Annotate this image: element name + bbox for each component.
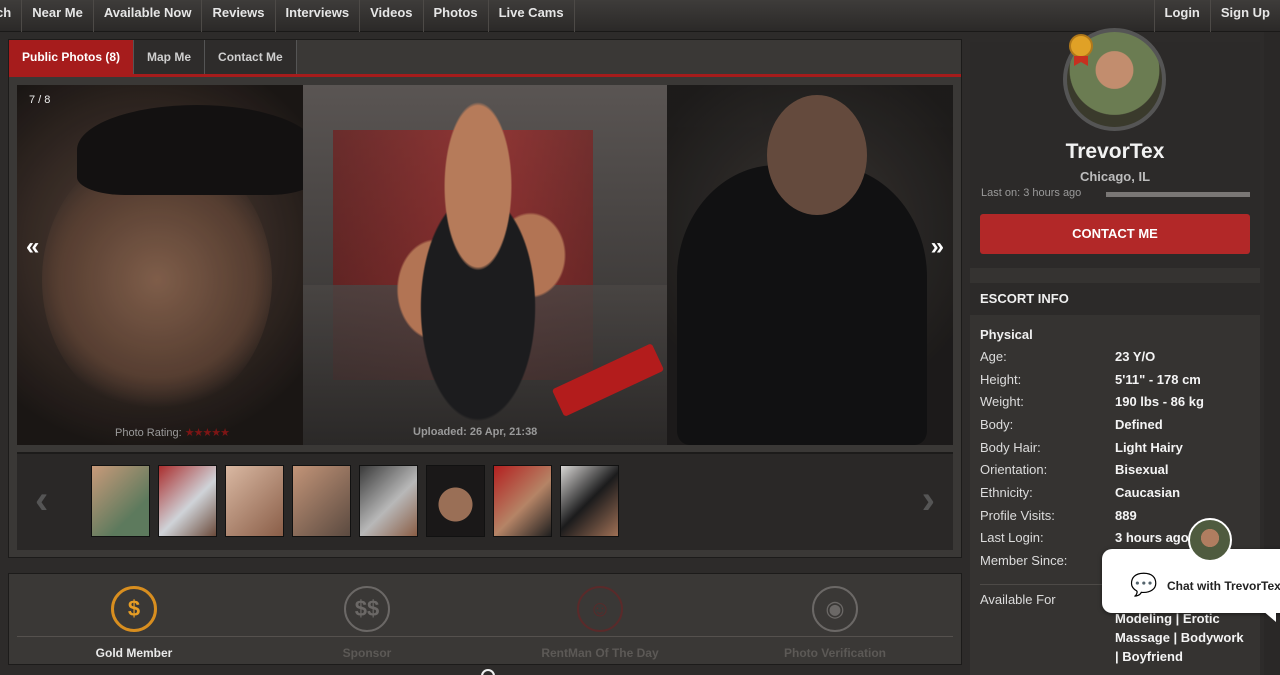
badge-rentman-of-the-day: ☺ RentMan Of The Day bbox=[525, 586, 675, 660]
info-value: 3 hours ago bbox=[1115, 530, 1189, 545]
tab-contact-me[interactable]: Contact Me bbox=[205, 40, 297, 76]
badge-label: Sponsor bbox=[342, 646, 392, 660]
photo-previous[interactable] bbox=[17, 85, 317, 445]
photo-uploaded-date: Uploaded: 26 Apr, 21:38 bbox=[413, 426, 538, 438]
nav-near-me[interactable]: Near Me bbox=[22, 0, 94, 32]
nav-photos[interactable]: Photos bbox=[424, 0, 489, 32]
tab-map-me[interactable]: Map Me bbox=[134, 40, 206, 76]
info-value: 889 bbox=[1115, 508, 1137, 523]
profile-username: TrevorTex bbox=[1065, 140, 1165, 163]
profile-tabs: Public Photos (8) Map Me Contact Me bbox=[9, 40, 297, 76]
physical-section-title: Physical bbox=[980, 327, 1033, 342]
info-key: Body: bbox=[980, 417, 1014, 432]
photo-subject bbox=[373, 100, 583, 445]
info-key: Profile Visits: bbox=[980, 508, 1055, 523]
last-online: Last on: 3 hours ago bbox=[981, 187, 1082, 199]
top-nav: rch Near Me Available Now Reviews Interv… bbox=[0, 0, 1280, 32]
thumbs-next-icon[interactable]: › bbox=[922, 478, 935, 523]
chat-avatar[interactable] bbox=[1188, 518, 1232, 562]
badges-panel: $ Gold Member $$ Sponsor ☺ RentMan Of Th… bbox=[8, 573, 962, 665]
trophy-icon: ☺ bbox=[577, 586, 623, 632]
profile-location: Chicago, IL bbox=[1079, 169, 1151, 184]
profile-card: TrevorTex Chicago, IL Last on: 3 hours a… bbox=[970, 28, 1260, 268]
tab-public-photos[interactable]: Public Photos (8) bbox=[9, 40, 135, 76]
nav-reviews[interactable]: Reviews bbox=[202, 0, 276, 32]
next-photo-icon[interactable]: » bbox=[931, 233, 944, 261]
photo-counter: 7 / 8 bbox=[29, 94, 51, 106]
thumbnail-list bbox=[91, 465, 627, 537]
info-value: 23 Y/O bbox=[1115, 349, 1156, 364]
thumbnail-strip: ‹ › bbox=[17, 452, 953, 550]
thumbnail[interactable] bbox=[493, 465, 552, 537]
thumbs-prev-icon[interactable]: ‹ bbox=[35, 478, 48, 523]
nav-interviews[interactable]: Interviews bbox=[276, 0, 361, 32]
available-for-value: Modeling | Erotic Massage | Bodywork | B… bbox=[1115, 611, 1244, 664]
thumbnail[interactable] bbox=[158, 465, 217, 537]
info-key: Last Login: bbox=[980, 530, 1044, 545]
badge-label: Photo Verification bbox=[783, 646, 886, 660]
info-key: Height: bbox=[980, 372, 1022, 387]
chat-bubble-icon: 💬 bbox=[1130, 572, 1158, 597]
thumbnail[interactable] bbox=[292, 465, 351, 537]
thumbnail[interactable] bbox=[426, 465, 485, 537]
thumbnail[interactable] bbox=[359, 465, 418, 537]
signup-link[interactable]: Sign Up bbox=[1209, 0, 1280, 32]
photo-panel: Public Photos (8) Map Me Contact Me 7 / … bbox=[8, 39, 962, 558]
gold-medal-icon: $ bbox=[111, 586, 157, 632]
info-key: Weight: bbox=[980, 394, 1024, 409]
thumbnail[interactable] bbox=[225, 465, 284, 537]
prev-photo-icon[interactable]: « bbox=[26, 233, 39, 261]
nav-live-cams[interactable]: Live Cams bbox=[489, 0, 575, 32]
badge-label: RentMan Of The Day bbox=[541, 646, 659, 660]
thumbnail[interactable] bbox=[560, 465, 619, 537]
nav-account: Login Sign Up bbox=[1153, 0, 1280, 32]
camera-icon: ◉ bbox=[812, 586, 858, 632]
info-key: Orientation: bbox=[980, 462, 1048, 477]
info-value: Caucasian bbox=[1115, 485, 1181, 500]
rating-stars-icon[interactable]: ★★★★★ bbox=[185, 427, 230, 439]
nav-available-now[interactable]: Available Now bbox=[94, 0, 203, 32]
badge-sponsor: $$ Sponsor bbox=[292, 586, 442, 660]
badge-photo-verification: ◉ Photo Verification bbox=[760, 586, 910, 660]
thumbnail[interactable] bbox=[91, 465, 150, 537]
activity-bar bbox=[1106, 192, 1250, 197]
divider bbox=[17, 636, 953, 637]
info-value: Bisexual bbox=[1115, 462, 1169, 477]
info-value: Defined bbox=[1115, 417, 1163, 432]
badge-gold-member: $ Gold Member bbox=[59, 586, 209, 660]
available-for-label: Available For bbox=[980, 592, 1056, 607]
info-key: Member Since: bbox=[980, 553, 1068, 568]
login-link[interactable]: Login bbox=[1153, 0, 1210, 32]
info-key: Age: bbox=[980, 349, 1007, 364]
tab-underline bbox=[9, 74, 961, 77]
info-key: Ethnicity: bbox=[980, 485, 1033, 500]
photo-viewer[interactable]: 7 / 8 « » Photo Rating: ★★★★★ Uploaded: … bbox=[17, 85, 953, 445]
gold-medal-icon bbox=[1069, 34, 1093, 58]
escort-info-heading: ESCORT INFO bbox=[970, 283, 1260, 315]
nav-videos[interactable]: Videos bbox=[360, 0, 424, 32]
photo-current[interactable] bbox=[303, 85, 667, 445]
info-value: Light Hairy bbox=[1115, 440, 1183, 455]
info-value: 5'11" - 178 cm bbox=[1115, 372, 1201, 387]
chat-label[interactable]: Chat with TrevorTex bbox=[1167, 579, 1280, 593]
info-key: Body Hair: bbox=[980, 440, 1041, 455]
nav-search[interactable]: rch bbox=[0, 0, 23, 32]
photo-rating: Photo Rating: ★★★★★ bbox=[115, 426, 230, 439]
chat-widget[interactable]: 💬 Chat with TrevorTex bbox=[1102, 549, 1280, 613]
photo-rating-label: Photo Rating: bbox=[115, 427, 182, 439]
photo-next[interactable] bbox=[667, 85, 953, 445]
loading-icon bbox=[481, 669, 495, 675]
contact-me-button[interactable]: CONTACT ME bbox=[980, 214, 1250, 254]
badge-label: Gold Member bbox=[95, 646, 173, 660]
photo-cap bbox=[77, 105, 317, 195]
dollar-icon: $$ bbox=[344, 586, 390, 632]
info-value: 190 lbs - 86 kg bbox=[1115, 394, 1204, 409]
photo-face bbox=[767, 95, 867, 215]
